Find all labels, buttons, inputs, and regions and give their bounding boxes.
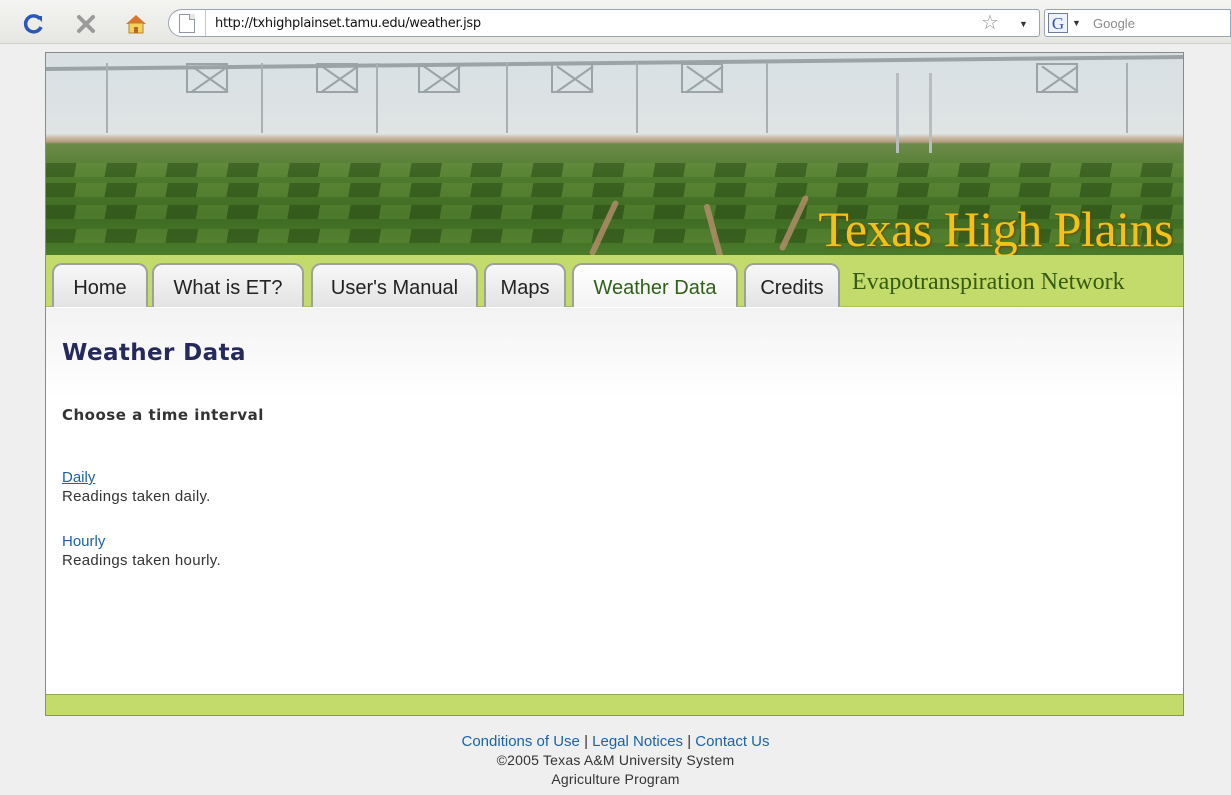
search-input[interactable]: Google xyxy=(1093,16,1135,31)
pivot-drop xyxy=(376,63,378,133)
site-subtitle: Evapotranspiration Network xyxy=(852,269,1125,295)
nav-bar: Home What is ET? User's Manual Maps Weat… xyxy=(46,255,1183,307)
tab-weather-data[interactable]: Weather Data xyxy=(572,263,738,307)
daily-link[interactable]: Daily xyxy=(62,469,95,486)
tab-home[interactable]: Home xyxy=(52,263,148,307)
header-banner: Texas High Plains xyxy=(46,53,1183,255)
pivot-tower xyxy=(896,73,932,153)
hourly-description: Readings taken hourly. xyxy=(62,552,221,569)
conditions-of-use-link[interactable]: Conditions of Use xyxy=(462,733,580,750)
tab-credits[interactable]: Credits xyxy=(744,263,840,307)
footer-separator: | xyxy=(687,733,692,750)
hourly-link[interactable]: Hourly xyxy=(62,533,105,550)
reload-icon[interactable] xyxy=(20,10,48,38)
tab-what-is-et[interactable]: What is ET? xyxy=(152,263,304,307)
program-text: Agriculture Program xyxy=(551,771,680,787)
section-heading: Choose a time interval xyxy=(62,406,264,424)
copyright-text: ©2005 Texas A&M University System xyxy=(496,752,735,768)
page-icon xyxy=(179,14,195,33)
search-box[interactable]: G ▼ Google xyxy=(1044,9,1231,37)
site-frame: Texas High Plains Home What is ET? User'… xyxy=(45,52,1184,716)
footer-separator: | xyxy=(584,733,588,750)
pivot-truss xyxy=(1036,63,1078,93)
contact-us-link[interactable]: Contact Us xyxy=(695,733,769,750)
engine-dropdown-icon[interactable]: ▼ xyxy=(1072,18,1081,28)
pivot-drop xyxy=(506,63,508,133)
stop-icon[interactable] xyxy=(72,10,100,38)
address-divider xyxy=(205,10,206,36)
pivot-truss xyxy=(316,63,358,93)
pivot-truss xyxy=(551,63,593,93)
page-footer: Conditions of Use | Legal Notices | Cont… xyxy=(0,732,1231,789)
bookmark-star-icon[interactable]: ☆ xyxy=(981,12,999,34)
home-icon[interactable] xyxy=(122,10,150,38)
site-title: Texas High Plains xyxy=(818,201,1173,255)
pivot-drop xyxy=(106,63,108,133)
pivot-truss xyxy=(681,63,723,93)
footer-bar xyxy=(46,694,1183,715)
tab-maps[interactable]: Maps xyxy=(484,263,566,307)
main-content: Weather Data Choose a time interval Dail… xyxy=(46,308,1183,694)
pivot-drop xyxy=(1126,63,1128,133)
pivot-truss xyxy=(186,63,228,93)
option-daily: Daily Readings taken daily. xyxy=(62,468,211,506)
history-dropdown-icon[interactable]: ▼ xyxy=(1019,19,1028,29)
search-engine-icon[interactable]: G xyxy=(1048,13,1068,33)
crop-row xyxy=(46,183,1183,197)
page-title: Weather Data xyxy=(62,340,246,366)
browser-toolbar: http://txhighplainset.tamu.edu/weather.j… xyxy=(0,0,1231,44)
legal-notices-link[interactable]: Legal Notices xyxy=(592,733,683,750)
option-hourly: Hourly Readings taken hourly. xyxy=(62,532,221,570)
pivot-drop xyxy=(766,63,768,133)
tab-users-manual[interactable]: User's Manual xyxy=(311,263,478,307)
url-text[interactable]: http://txhighplainset.tamu.edu/weather.j… xyxy=(215,16,481,31)
daily-description: Readings taken daily. xyxy=(62,488,211,505)
pivot-drop xyxy=(261,63,263,133)
crop-row xyxy=(46,163,1183,177)
address-bar[interactable]: http://txhighplainset.tamu.edu/weather.j… xyxy=(168,9,1040,37)
footer-links: Conditions of Use | Legal Notices | Cont… xyxy=(0,732,1231,751)
pivot-truss xyxy=(418,63,460,93)
pivot-drop xyxy=(636,63,638,133)
